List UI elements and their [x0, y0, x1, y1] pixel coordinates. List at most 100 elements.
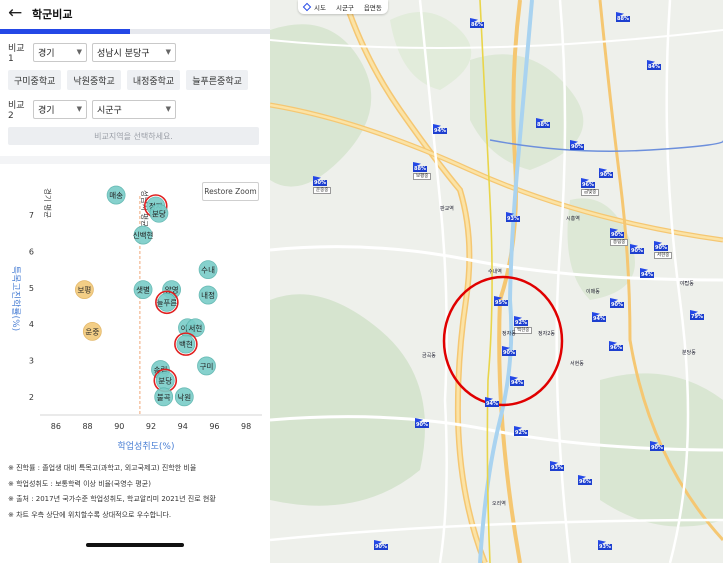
chevron-down-icon: ▼: [165, 105, 171, 113]
compare2-district-select[interactable]: 시군구 ▼: [92, 99, 176, 119]
pin-percent: 90%: [374, 544, 388, 550]
compare1-province-value: 경기: [38, 48, 55, 59]
map-place-label: 오리역: [492, 501, 506, 507]
pin-percent: 90%: [610, 232, 624, 238]
data-point-label: 샛별: [136, 285, 150, 295]
note-line: ※ 학업성취도 : 보통학력 이상 비율(국영수 평균): [8, 479, 151, 488]
header: ← 학군비교: [0, 0, 270, 30]
select-compare-region-button[interactable]: 비교지역을 선택하세요.: [8, 127, 259, 145]
pin-percent: 88%: [413, 166, 427, 172]
pin-percent: 90%: [630, 248, 644, 254]
data-point-label: 수내: [201, 266, 215, 275]
pin-percent: 93%: [550, 465, 564, 471]
y-axis-title: 특목고진학률(%): [10, 266, 21, 331]
pin-percent: 88%: [536, 122, 550, 128]
school-chip-list: 구미중학교 낙원중학교 내정중학교 늘푸른중학교: [8, 70, 270, 92]
pin-percent: 90%: [570, 144, 584, 150]
compare1-district-select[interactable]: 성남시 분당구 ▼: [92, 42, 176, 62]
map-place-label: 판교역: [440, 206, 454, 212]
pin-percent: 88%: [616, 16, 630, 22]
progress-bar: [0, 29, 270, 34]
map-place-label: 금곡동: [422, 353, 436, 359]
pin-percent: 90%: [610, 302, 624, 308]
x-axis-title: 학업성취도(%): [118, 441, 175, 452]
compare1-district-value: 성남시 분당구: [97, 48, 150, 59]
compare2-row: 비교2 경기 ▼ 시군구 ▼: [8, 99, 176, 121]
y-tick-label: 2: [29, 393, 34, 402]
restore-zoom-button[interactable]: Restore Zoom: [202, 182, 259, 201]
diamond-icon: [302, 2, 312, 12]
page-title: 학군비교: [32, 8, 73, 21]
x-tick-label: 92: [146, 422, 156, 431]
compare2-province-value: 경기: [38, 105, 55, 116]
tab-sigungu-label: 시군구: [335, 4, 354, 12]
data-point-label: 서현: [188, 324, 202, 333]
map-place-label: 야탑동: [680, 281, 694, 287]
pin-percent: 84%: [647, 64, 661, 70]
data-point-label: 분당: [152, 208, 166, 218]
compare-panel: ← 학군비교 비교1 경기 ▼ 성남시 분당구 ▼ 구미중학교 낙원중학교 내정…: [0, 0, 270, 563]
tab-sido[interactable]: 시도: [302, 2, 326, 12]
data-point-label: 매송: [109, 191, 123, 200]
x-tick-label: 90: [114, 422, 124, 431]
pin-percent: 93%: [598, 544, 612, 550]
map-place-label: 정자동: [502, 331, 516, 337]
y-tick-label: 4: [29, 320, 34, 329]
data-point-label: 구미: [200, 362, 214, 371]
note-line: ※ 진학률 : 졸업생 대비 특목고(과학고, 외고국제고) 진학한 비율: [8, 464, 197, 472]
data-point-label: 운중: [85, 327, 99, 336]
pin-percent: 94%: [433, 128, 447, 134]
pin-percent: 94%: [510, 380, 524, 386]
tab-sigungu[interactable]: 시군구: [336, 2, 354, 12]
pin-school-name: 운중중: [313, 187, 332, 194]
pin-percent: 90%: [654, 245, 668, 251]
data-point-label: 내정: [201, 290, 215, 300]
compare1-province-select[interactable]: 경기 ▼: [33, 42, 87, 62]
pin-percent: 79%: [690, 314, 704, 320]
pin-percent: 90%: [415, 422, 429, 428]
scatter-chart[interactable]: 86 88 90 92 94 96 98234567학업성취도(%)특목고진학률(%)성남시…: [0, 168, 270, 453]
school-chip[interactable]: 낙원중학교: [67, 70, 121, 90]
province-average-label: 경기 평균: [43, 188, 53, 218]
map-place-label: 수내역: [488, 269, 502, 275]
map-place-label: 정자2동: [538, 331, 555, 337]
school-chip[interactable]: 내정중학교: [126, 70, 181, 90]
map-place-label: 시흥역: [566, 216, 580, 222]
pin-percent: 92%: [514, 320, 528, 326]
school-chip[interactable]: 구미중학교: [8, 70, 62, 90]
home-indicator: [86, 543, 184, 547]
compare2-label: 비교2: [8, 100, 25, 121]
compare1-label: 비교1: [8, 43, 25, 64]
pin-school-name: 백현중: [514, 327, 533, 334]
y-tick-label: 6: [29, 247, 34, 256]
pin-school-name: 서현중: [654, 252, 673, 259]
note-line: ※ 차트 우측 상단에 위치할수록 상대적으로 우수합니다.: [8, 510, 172, 519]
note-line: ※ 출처 : 2017년 국가수준 학업성취도, 학교알리미 2021년 진로 …: [8, 495, 216, 503]
pin-percent: 96%: [609, 345, 623, 351]
progress-fill: [0, 29, 130, 34]
school-map[interactable]: 시도 시군구 읍면동 88% 86% 84% 94% 88% 90% 96% 금빛중 90% 운중…: [270, 0, 723, 563]
pin-percent: 93%: [506, 216, 520, 222]
y-tick-label: 7: [29, 211, 34, 220]
pin-school-name: 송림중: [610, 239, 629, 246]
pin-percent: 90%: [502, 350, 516, 356]
compare2-district-value: 시군구: [97, 105, 122, 116]
pin-percent: 90%: [599, 172, 613, 178]
data-point-label: 백현: [179, 339, 193, 349]
school-chip[interactable]: 늘푸른중학교: [186, 70, 248, 90]
map-base: [270, 0, 723, 563]
chevron-down-icon: ▼: [165, 48, 171, 56]
pin-percent: 90%: [313, 180, 327, 186]
tab-sido-label: 시도: [314, 4, 326, 12]
pin-percent: 94%: [485, 401, 499, 407]
compare2-province-select[interactable]: 경기 ▼: [33, 99, 87, 119]
app-root: ← 학군비교 비교1 경기 ▼ 성남시 분당구 ▼ 구미중학교 낙원중학교 내정…: [0, 0, 723, 563]
pin-percent: 94%: [640, 272, 654, 278]
tab-eupmyeondong[interactable]: 읍면동: [364, 2, 382, 12]
x-tick-label: 96: [209, 422, 219, 431]
pin-percent: 95%: [494, 300, 508, 306]
chevron-down-icon: ▼: [76, 48, 82, 56]
arrow-left-icon[interactable]: ←: [8, 4, 22, 22]
y-tick-label: 5: [29, 284, 34, 293]
data-point-label: 불곡: [157, 393, 171, 402]
